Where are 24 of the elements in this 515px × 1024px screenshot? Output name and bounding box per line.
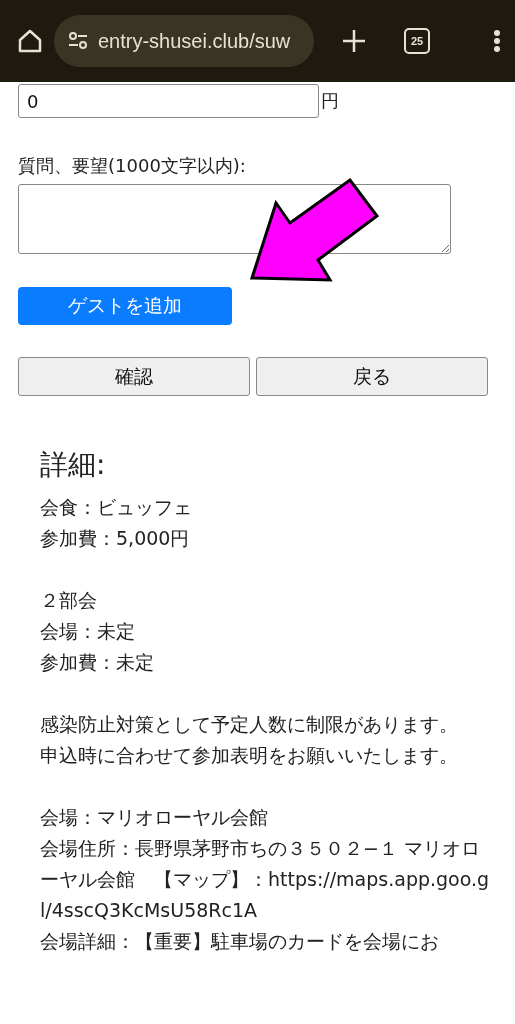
detail-text: 会場住所：長野県茅野市ちの３５０２−１ マリオローヤル会館 【マップ】：https://maps.app.goo.gl/4sscQ3KcMsU58Rc1A (40, 836, 491, 923)
confirm-button[interactable]: 確認 (18, 357, 250, 396)
detail-text: 申込時に合わせて参加表明をお願いいたします。 (40, 743, 459, 768)
add-guest-button[interactable]: ゲストを追加 (18, 287, 232, 325)
details-heading: 詳細: (40, 447, 107, 483)
home-icon[interactable] (16, 27, 44, 55)
fee-field[interactable]: 0 (18, 84, 319, 118)
detail-text: 参加費：未定 (40, 650, 155, 675)
detail-text: ２部会 (40, 588, 98, 613)
url-text: entry-shusei.club/suw (98, 29, 291, 53)
comment-label: 質問、要望(1000文字以内): (18, 154, 246, 178)
address-bar[interactable]: entry-shusei.club/suw (54, 15, 314, 67)
detail-text: 会食：ビュッフェ (40, 495, 193, 520)
plus-icon[interactable] (342, 29, 366, 53)
menu-icon[interactable] (493, 29, 501, 53)
back-button[interactable]: 戻る (256, 357, 488, 396)
detail-text: 会場：マリオローヤル会館 (40, 805, 269, 830)
detail-text: 会場詳細：【重要】駐車場のカードを会場にお (40, 929, 440, 954)
site-settings-icon[interactable] (68, 32, 88, 50)
detail-text: 参加費：5,000円 (40, 526, 191, 551)
tab-count[interactable]: 25 (404, 28, 430, 54)
detail-text: 会場：未定 (40, 619, 136, 644)
yen-unit: 円 (321, 89, 339, 113)
detail-text: 感染防止対策として予定人数に制限があります。 (40, 712, 459, 737)
